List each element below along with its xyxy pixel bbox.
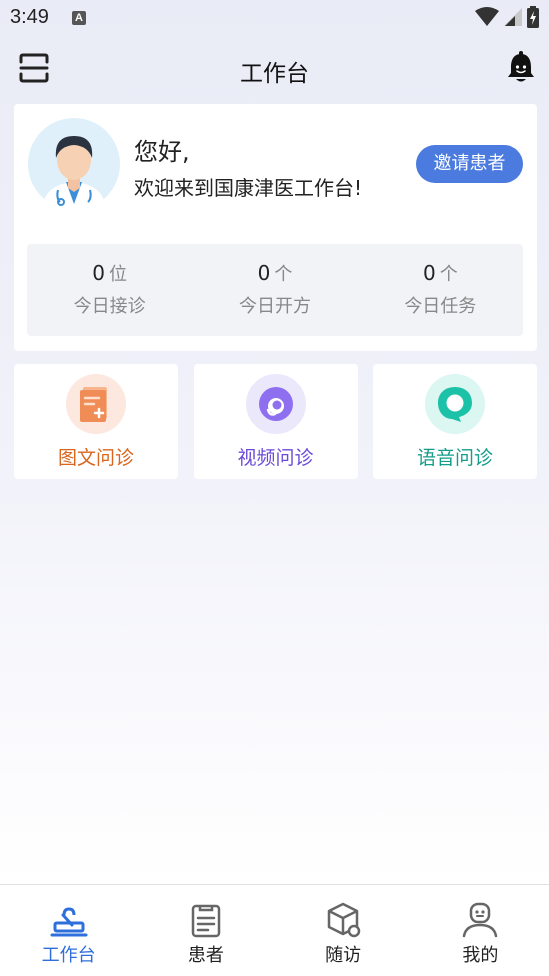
header: 工作台 [0,40,549,100]
workbench-icon [50,907,88,937]
service-label: 视频问诊 [237,447,314,469]
nav-label: 我的 [462,945,499,966]
welcome-card: 您好, 欢迎来到国康津医工作台! 邀请患者 0位 今日接诊 0个 今日开方 0个… [14,104,537,351]
stat-value: 0 [92,261,106,285]
stat-label: 今日接诊 [73,296,146,317]
patients-icon [191,904,221,938]
status-time: 3:49 [10,6,49,28]
page-title: 工作台 [240,61,309,87]
voice-icon [425,374,485,434]
nav-item-workbench[interactable]: 工作台 [0,885,137,976]
nav-label: 工作台 [41,945,96,966]
status-bar: 3:49 A [0,0,549,38]
notification-button[interactable] [505,50,537,84]
daily-stats: 0位 今日接诊 0个 今日开方 0个 今日任务 [27,244,523,336]
notification-badge-icon: A [72,11,86,25]
nav-label: 随访 [325,945,362,966]
nav-item-patients[interactable]: 患者 [137,885,274,976]
doctor-avatar [28,118,120,210]
wifi-icon [475,7,499,26]
stat-today-consultations[interactable]: 0位 今日接诊 [27,244,192,336]
document-icon [66,374,126,434]
greeting-text: 您好, [134,138,190,166]
followup-icon [327,902,361,938]
text-consultation-card[interactable]: 图文问诊 [14,364,178,479]
consultation-services: 图文问诊 视频问诊 语音问诊 [14,364,537,479]
bottom-nav: 工作台 患者 随访 我的 [0,884,549,976]
stat-unit: 个 [274,264,293,285]
profile-icon [463,902,498,938]
bell-icon [508,51,534,82]
invite-patient-button[interactable]: 邀请患者 [416,145,523,183]
voice-consultation-card[interactable]: 语音问诊 [373,364,537,479]
stat-unit: 位 [109,264,128,285]
nav-label: 患者 [187,945,224,966]
stat-today-prescriptions[interactable]: 0个 今日开方 [192,244,357,336]
stat-value: 0 [257,261,271,285]
stat-value: 0 [422,261,436,285]
battery-icon [527,6,539,28]
status-icons [475,6,539,28]
stat-label: 今日开方 [238,296,311,317]
stat-label: 今日任务 [404,296,477,317]
nav-item-followup[interactable]: 随访 [275,885,412,976]
welcome-message: 欢迎来到国康津医工作台! [134,176,363,200]
video-icon [245,374,306,434]
stat-today-tasks[interactable]: 0个 今日任务 [358,244,523,336]
service-label: 图文问诊 [57,447,134,469]
nav-item-profile[interactable]: 我的 [412,885,549,976]
service-label: 语音问诊 [416,447,493,469]
stat-unit: 个 [439,264,458,285]
doctor-avatar-icon [42,136,106,210]
signal-icon [504,8,522,26]
video-consultation-card[interactable]: 视频问诊 [193,364,358,479]
